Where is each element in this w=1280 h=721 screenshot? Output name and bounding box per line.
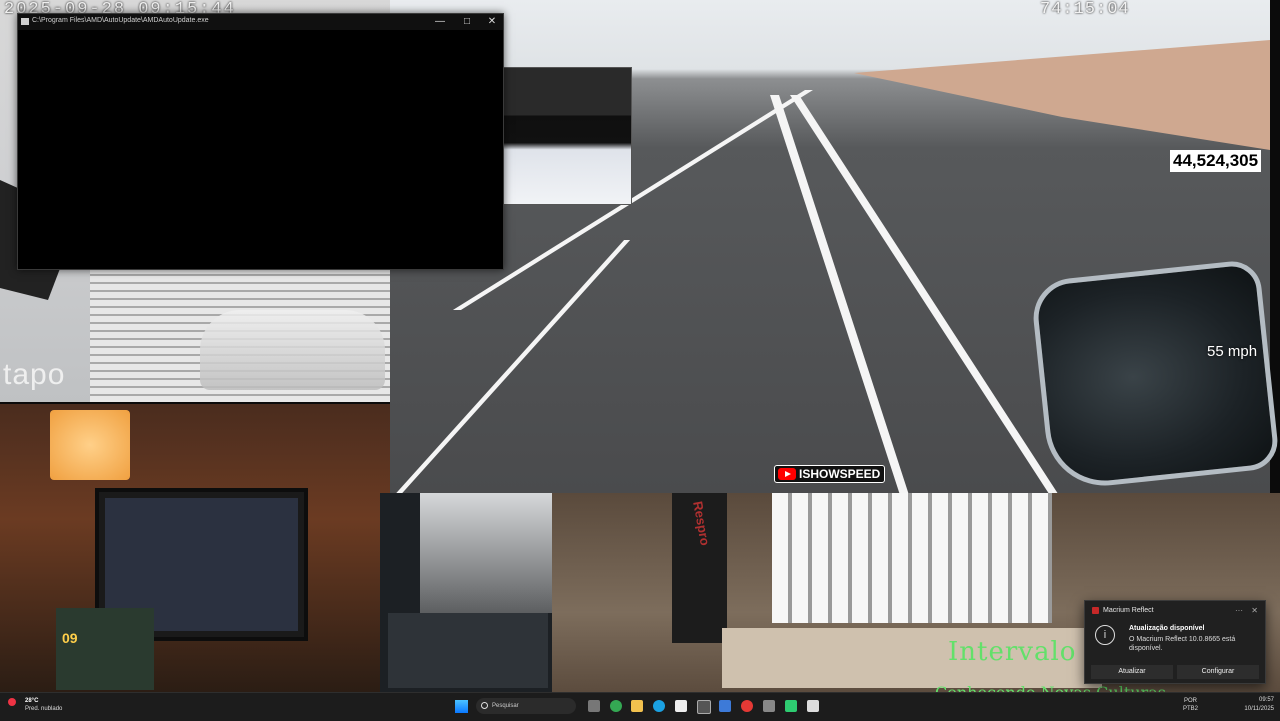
- picture-in-picture-room: [503, 67, 632, 205]
- update-button[interactable]: Atualizar: [1091, 665, 1173, 679]
- search-placeholder: Pesquisar: [492, 703, 519, 709]
- notification-title: Atualização disponível: [1129, 625, 1205, 632]
- barred-window: [772, 493, 1052, 623]
- taskbar-search[interactable]: Pesquisar: [476, 698, 576, 714]
- lamp: [50, 410, 130, 480]
- update-notification[interactable]: Macrium Reflect ··· ✕ i Atualização disp…: [1084, 600, 1266, 684]
- edge-icon[interactable]: [653, 700, 665, 712]
- weather-widget[interactable]: 28°C Pred. nublado: [8, 697, 62, 713]
- app-white-icon[interactable]: [807, 700, 819, 712]
- audio-software-view: [388, 613, 548, 688]
- system-clock[interactable]: 09:57 10/11/2025: [1244, 696, 1274, 714]
- macrium-icon: [1092, 607, 1099, 614]
- stream-clock: 74:15:04: [1040, 0, 1130, 19]
- channel-badge: ISHOWSPEED: [774, 465, 886, 483]
- small-road-view: [420, 493, 552, 613]
- calendar-number: 09: [62, 630, 78, 646]
- weather-description: Pred. nublado: [25, 706, 63, 712]
- info-icon: i: [1095, 625, 1115, 645]
- configure-button[interactable]: Configurar: [1177, 665, 1259, 679]
- clock-date: 10/11/2025: [1244, 706, 1274, 712]
- chrome-alt-icon[interactable]: [741, 700, 753, 712]
- lane-line-center-1: [770, 95, 909, 493]
- notification-app-name: Macrium Reflect: [1103, 607, 1154, 614]
- start-button[interactable]: [455, 700, 468, 713]
- lane-line-center-2: [790, 95, 1059, 493]
- tapo-logo: tapo: [3, 358, 66, 391]
- file-explorer-icon[interactable]: [631, 700, 643, 712]
- search-icon: [481, 702, 488, 709]
- youtube-icon: [778, 468, 796, 480]
- weather-temperature: 28°C: [25, 698, 39, 704]
- channel-name: ISHOWSPEED: [799, 467, 881, 481]
- close-button[interactable]: ✕: [483, 15, 501, 29]
- subscriber-counter: 44,524,305: [1170, 150, 1262, 172]
- console-window[interactable]: C:\Program Files\AMD\AutoUpdate\AMDAutoU…: [17, 13, 504, 270]
- store-icon[interactable]: [675, 700, 687, 712]
- monitor-camera-feed: [380, 493, 552, 692]
- parked-car: [200, 310, 385, 390]
- language-indicator[interactable]: POR PTB2: [1183, 697, 1198, 713]
- language-top: POR: [1184, 698, 1198, 704]
- app-icon[interactable]: [719, 700, 731, 712]
- task-view-icon[interactable]: [588, 700, 600, 712]
- taskbar: 28°C Pred. nublado Pesquisar POR PTB2 09…: [0, 692, 1280, 721]
- notification-body: O Macrium Reflect 10.0.8665 está disponí…: [1129, 636, 1236, 652]
- weather-icon: [8, 698, 16, 706]
- console-app-icon: [21, 18, 29, 25]
- side-mirror: [1029, 258, 1280, 492]
- settings-icon[interactable]: [763, 700, 775, 712]
- language-bottom: PTB2: [1183, 706, 1199, 712]
- chrome-icon[interactable]: [610, 700, 622, 712]
- console-title: C:\Program Files\AMD\AutoUpdate\AMDAutoU…: [32, 17, 209, 24]
- minimize-button[interactable]: —: [431, 15, 449, 29]
- notification-close-button[interactable]: ✕: [1251, 606, 1258, 615]
- more-options-button[interactable]: ···: [1235, 606, 1243, 615]
- roadside-dirt: [854, 40, 1270, 150]
- clock-time: 09:57: [1258, 697, 1274, 703]
- console-titlebar[interactable]: C:\Program Files\AMD\AutoUpdate\AMDAutoU…: [18, 14, 503, 30]
- app-green-icon[interactable]: [785, 700, 797, 712]
- desk-calendar: [56, 608, 154, 690]
- obs-icon[interactable]: [697, 700, 711, 714]
- maximize-button[interactable]: □: [458, 15, 476, 29]
- speed-readout: 55 mph: [1207, 343, 1258, 360]
